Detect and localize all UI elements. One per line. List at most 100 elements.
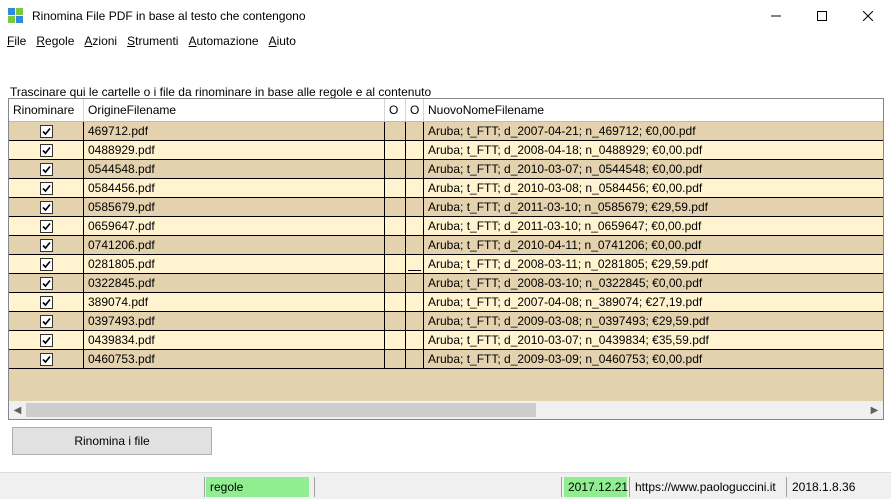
o-cell-1[interactable] bbox=[385, 179, 406, 197]
o-cell-2[interactable] bbox=[406, 198, 424, 216]
minimize-button[interactable] bbox=[753, 0, 799, 31]
o-cell-2[interactable] bbox=[406, 141, 424, 159]
o-cell-2[interactable] bbox=[406, 236, 424, 254]
new-filename-cell[interactable]: Aruba; t_FTT; d_2007-04-21; n_469712; €0… bbox=[424, 122, 883, 140]
origin-filename-cell[interactable]: 0584456.pdf bbox=[84, 179, 385, 197]
origin-filename-cell[interactable]: 0488929.pdf bbox=[84, 141, 385, 159]
rename-checkbox[interactable] bbox=[39, 257, 53, 271]
origin-filename-cell[interactable]: 0397493.pdf bbox=[84, 312, 385, 330]
o-cell-2[interactable] bbox=[406, 274, 424, 292]
o-cell-1[interactable] bbox=[385, 141, 406, 159]
origin-filename-cell[interactable]: 0439834.pdf bbox=[84, 331, 385, 349]
origin-filename-cell[interactable]: 469712.pdf bbox=[84, 122, 385, 140]
new-filename-cell[interactable]: Aruba; t_FTT; d_2008-04-18; n_0488929; €… bbox=[424, 141, 883, 159]
new-filename-cell[interactable]: Aruba; t_FTT; d_2010-03-07; n_0439834; €… bbox=[424, 331, 883, 349]
o-cell-2[interactable] bbox=[406, 293, 424, 311]
rename-checkbox[interactable] bbox=[39, 219, 53, 233]
horizontal-scrollbar[interactable]: ◀ ▶ bbox=[9, 401, 883, 419]
new-filename-cell[interactable]: Aruba; t_FTT; d_2010-03-07; n_0544548; €… bbox=[424, 160, 883, 178]
table-row[interactable]: 469712.pdf Aruba; t_FTT; d_2007-04-21; n_… bbox=[9, 122, 883, 141]
status-url[interactable]: https://www.paologuccini.it bbox=[635, 477, 776, 497]
o-cell-1[interactable] bbox=[385, 331, 406, 349]
o-cell-1[interactable] bbox=[385, 160, 406, 178]
new-filename-cell[interactable]: Aruba; t_FTT; d_2010-04-11; n_0741206; €… bbox=[424, 236, 883, 254]
table-row[interactable]: 0741206.pdf Aruba; t_FTT; d_2010-04-11; n… bbox=[9, 236, 883, 255]
new-filename-cell[interactable]: Aruba; t_FTT; d_2007-04-08; n_389074; €2… bbox=[424, 293, 883, 311]
o-cell-1[interactable] bbox=[385, 236, 406, 254]
rename-checkbox[interactable] bbox=[39, 295, 53, 309]
new-filename-cell[interactable]: Aruba; t_FTT; d_2009-03-08; n_0397493; €… bbox=[424, 312, 883, 330]
o-cell-1[interactable] bbox=[385, 350, 406, 368]
o-cell-2[interactable] bbox=[406, 312, 424, 330]
scroll-left-icon[interactable]: ◀ bbox=[9, 401, 26, 419]
menu-item-strumenti[interactable]: Strumenti bbox=[122, 34, 183, 48]
new-filename-cell[interactable]: Aruba; t_FTT; d_2011-03-10; n_0585679; €… bbox=[424, 198, 883, 216]
files-grid[interactable]: Rinominare OrigineFilename O O NuovoNome… bbox=[8, 98, 884, 420]
rename-checkbox[interactable] bbox=[39, 200, 53, 214]
origin-filename-cell[interactable]: 0659647.pdf bbox=[84, 217, 385, 235]
menu-item-azioni[interactable]: Azioni bbox=[79, 34, 122, 48]
o-cell-2[interactable] bbox=[406, 331, 424, 349]
table-row[interactable]: 0322845.pdf Aruba; t_FTT; d_2008-03-10; n… bbox=[9, 274, 883, 293]
table-row[interactable]: 0585679.pdf Aruba; t_FTT; d_2011-03-10; n… bbox=[9, 198, 883, 217]
new-filename-cell[interactable]: Aruba; t_FTT; d_2009-03-09; n_0460753; €… bbox=[424, 350, 883, 368]
checkmark-icon bbox=[41, 146, 51, 154]
origin-filename-cell[interactable]: 0460753.pdf bbox=[84, 350, 385, 368]
table-row[interactable]: 0460753.pdf Aruba; t_FTT; d_2009-03-09; n… bbox=[9, 350, 883, 369]
table-row[interactable]: 0439834.pdf Aruba; t_FTT; d_2010-03-07; n… bbox=[9, 331, 883, 350]
menu-item-aiuto[interactable]: Aiuto bbox=[264, 34, 301, 48]
origin-filename-cell[interactable]: 0322845.pdf bbox=[84, 274, 385, 292]
o-cell-2[interactable] bbox=[406, 217, 424, 235]
table-row[interactable]: 0584456.pdf Aruba; t_FTT; d_2010-03-08; n… bbox=[9, 179, 883, 198]
origin-filename-cell[interactable]: 389074.pdf bbox=[84, 293, 385, 311]
table-row[interactable]: 0281805.pdf Aruba; t_FTT; d_2008-03-11; n… bbox=[9, 255, 883, 274]
new-filename-cell[interactable]: Aruba; t_FTT; d_2010-03-08; n_0584456; €… bbox=[424, 179, 883, 197]
o-cell-2[interactable] bbox=[406, 350, 424, 368]
scrollbar-thumb[interactable] bbox=[26, 403, 536, 417]
origin-filename-cell[interactable]: 0281805.pdf bbox=[84, 255, 385, 273]
menu-item-file[interactable]: File bbox=[2, 34, 31, 48]
rename-checkbox[interactable] bbox=[39, 238, 53, 252]
rename-checkbox[interactable] bbox=[39, 162, 53, 176]
menu-item-automazione[interactable]: Automazione bbox=[183, 34, 263, 48]
table-row[interactable]: 0488929.pdf Aruba; t_FTT; d_2008-04-18; n… bbox=[9, 141, 883, 160]
o-cell-1[interactable] bbox=[385, 312, 406, 330]
rename-checkbox[interactable] bbox=[39, 333, 53, 347]
new-filename-cell[interactable]: Aruba; t_FTT; d_2011-03-10; n_0659647; €… bbox=[424, 217, 883, 235]
maximize-button[interactable] bbox=[799, 0, 845, 31]
origin-filename-cell[interactable]: 0544548.pdf bbox=[84, 160, 385, 178]
close-button[interactable] bbox=[845, 0, 891, 31]
new-filename-cell[interactable]: Aruba; t_FTT; d_2008-03-11; n_0281805; €… bbox=[424, 255, 883, 273]
column-header-origine[interactable]: OrigineFilename bbox=[84, 99, 385, 121]
rename-files-button[interactable]: Rinomina i file bbox=[12, 427, 212, 455]
menu-item-regole[interactable]: Regole bbox=[31, 34, 79, 48]
origin-filename-cell[interactable]: 0585679.pdf bbox=[84, 198, 385, 216]
rename-checkbox[interactable] bbox=[39, 352, 53, 366]
column-header-nuovo[interactable]: NuovoNomeFilename bbox=[424, 99, 883, 121]
new-filename-cell[interactable]: Aruba; t_FTT; d_2008-03-10; n_0322845; €… bbox=[424, 274, 883, 292]
o-cell-1[interactable] bbox=[385, 122, 406, 140]
origin-filename-cell[interactable]: 0741206.pdf bbox=[84, 236, 385, 254]
o-cell-1[interactable] bbox=[385, 274, 406, 292]
column-header-o2[interactable]: O bbox=[406, 99, 424, 121]
table-row[interactable]: 0659647.pdf Aruba; t_FTT; d_2011-03-10; n… bbox=[9, 217, 883, 236]
o-cell-2[interactable] bbox=[406, 160, 424, 178]
o-cell-2[interactable] bbox=[406, 179, 424, 197]
column-header-rinominare[interactable]: Rinominare bbox=[9, 99, 84, 121]
rename-checkbox[interactable] bbox=[39, 143, 53, 157]
scroll-right-icon[interactable]: ▶ bbox=[866, 401, 883, 419]
rename-checkbox[interactable] bbox=[39, 276, 53, 290]
table-row[interactable]: 389074.pdf Aruba; t_FTT; d_2007-04-08; n_… bbox=[9, 293, 883, 312]
o-cell-2[interactable] bbox=[406, 122, 424, 140]
rename-checkbox[interactable] bbox=[39, 124, 53, 138]
o-cell-1[interactable] bbox=[385, 293, 406, 311]
table-row[interactable]: 0397493.pdf Aruba; t_FTT; d_2009-03-08; n… bbox=[9, 312, 883, 331]
rename-checkbox[interactable] bbox=[39, 181, 53, 195]
o-cell-1[interactable] bbox=[385, 198, 406, 216]
column-header-o1[interactable]: O bbox=[385, 99, 406, 121]
o-cell-1[interactable] bbox=[385, 217, 406, 235]
table-row[interactable]: 0544548.pdf Aruba; t_FTT; d_2010-03-07; n… bbox=[9, 160, 883, 179]
o-cell-2[interactable] bbox=[406, 255, 424, 273]
o-cell-1[interactable] bbox=[385, 255, 406, 273]
rename-checkbox[interactable] bbox=[39, 314, 53, 328]
